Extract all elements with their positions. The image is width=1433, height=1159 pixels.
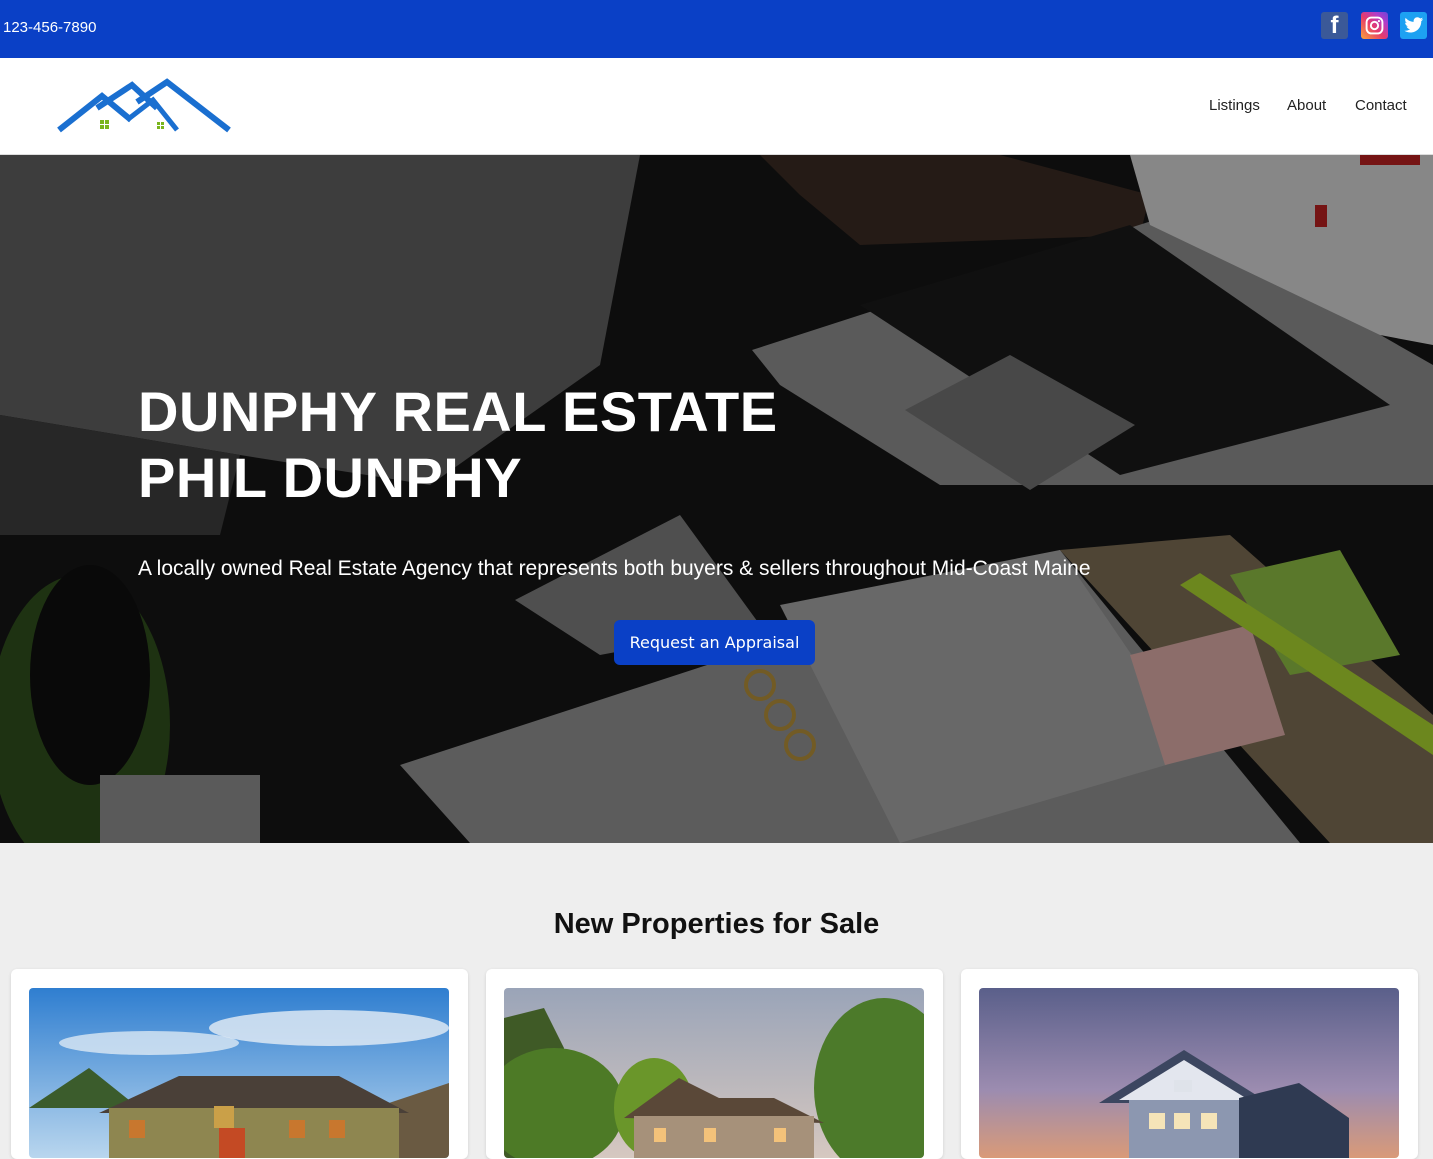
hero-title-line1: DUNPHY REAL ESTATE <box>138 380 778 443</box>
instagram-icon[interactable] <box>1361 12 1388 39</box>
facebook-icon[interactable]: f <box>1321 12 1348 39</box>
property-image[interactable] <box>29 988 449 1158</box>
hero-title-line2: PHIL DUNPHY <box>138 446 523 509</box>
request-appraisal-button[interactable]: Request an Appraisal <box>614 620 815 665</box>
phone-number[interactable]: 123-456-7890 <box>3 19 96 36</box>
property-card[interactable] <box>11 969 468 1159</box>
nav-listings[interactable]: Listings <box>1209 97 1260 114</box>
property-image[interactable] <box>504 988 924 1158</box>
hero-banner: DUNPHY REAL ESTATE PHIL DUNPHY A locally… <box>0 155 1433 843</box>
nav-about[interactable]: About <box>1287 97 1326 114</box>
roof-logo-icon <box>57 78 231 133</box>
twitter-icon[interactable] <box>1400 12 1427 39</box>
hero-title: DUNPHY REAL ESTATE PHIL DUNPHY <box>138 379 778 511</box>
company-logo[interactable] <box>57 78 232 136</box>
property-card[interactable] <box>961 969 1418 1159</box>
section-heading: New Properties for Sale <box>553 908 880 940</box>
top-bar: 123-456-7890 f <box>0 0 1433 58</box>
hero-subtitle: A locally owned Real Estate Agency that … <box>138 557 1091 580</box>
property-image[interactable] <box>979 988 1399 1158</box>
main-navbar: Listings About Contact <box>0 58 1433 155</box>
property-card[interactable] <box>486 969 943 1159</box>
nav-contact[interactable]: Contact <box>1355 97 1407 114</box>
